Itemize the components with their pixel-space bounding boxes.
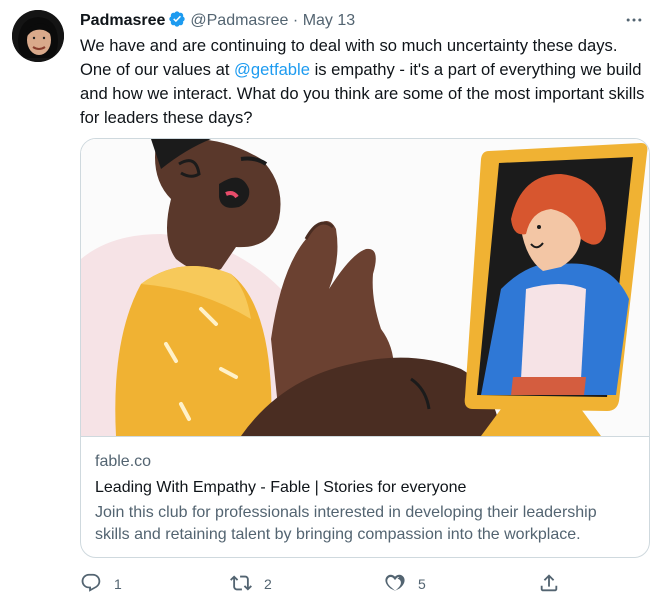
- verified-badge-icon: [168, 10, 186, 35]
- like-icon: [384, 572, 406, 597]
- author-handle[interactable]: @Padmasree: [190, 12, 288, 29]
- share-button[interactable]: [538, 570, 560, 598]
- retweet-icon: [230, 572, 252, 597]
- reply-count: 1: [114, 576, 122, 592]
- card-meta: fable.co Leading With Empathy - Fable | …: [95, 451, 635, 546]
- tweet[interactable]: Padmasree @Padmasree · May 13 We have and…: [0, 0, 672, 608]
- retweet-count: 2: [264, 576, 272, 592]
- retweet-button[interactable]: 2: [230, 570, 272, 598]
- more-icon[interactable]: [622, 10, 646, 32]
- like-count: 5: [418, 576, 426, 592]
- avatar[interactable]: [12, 10, 64, 62]
- link-card[interactable]: fable.co Leading With Empathy - Fable | …: [80, 138, 650, 558]
- reply-icon: [80, 572, 102, 597]
- author-name[interactable]: Padmasree: [80, 12, 165, 29]
- like-button[interactable]: 5: [384, 570, 426, 598]
- card-description: Join this club for professionals interes…: [95, 504, 597, 543]
- header-separator: ·: [292, 12, 299, 29]
- card-title: Leading With Empathy - Fable | Stories f…: [95, 479, 467, 496]
- share-icon: [538, 572, 560, 597]
- card-image[interactable]: [81, 139, 649, 437]
- mention-link[interactable]: @getfable: [234, 60, 310, 79]
- tweet-text: We have and are continuing to deal with …: [80, 34, 650, 130]
- tweet-header: Padmasree @Padmasree · May 13: [80, 10, 652, 32]
- reply-button[interactable]: 1: [80, 570, 122, 598]
- tweet-actions: 1 2 5: [72, 570, 572, 598]
- card-domain: fable.co: [95, 453, 152, 470]
- tweet-date[interactable]: May 13: [303, 12, 355, 29]
